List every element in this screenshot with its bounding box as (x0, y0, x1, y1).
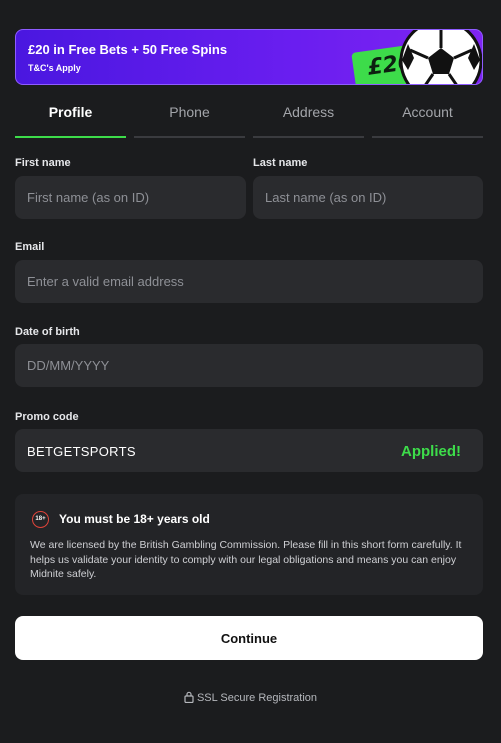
banner-terms[interactable]: T&C's Apply (28, 63, 81, 73)
last-name-label: Last name (253, 157, 308, 169)
ssl-notice: SSL Secure Registration (0, 691, 501, 704)
registration-tabs: Profile Phone Address Account (15, 100, 483, 138)
email-label: Email (15, 241, 45, 253)
notice-title: You must be 18+ years old (59, 512, 210, 526)
banner-title: £20 in Free Bets + 50 Free Spins (28, 42, 228, 57)
lock-icon (184, 691, 194, 703)
notice-body: We are licensed by the British Gambling … (30, 539, 462, 580)
first-name-label: First name (15, 157, 71, 169)
promo-banner[interactable]: £20 in Free Bets + 50 Free Spins T&C's A… (15, 29, 483, 85)
continue-button[interactable]: Continue (15, 616, 483, 660)
tab-phone[interactable]: Phone (134, 100, 245, 138)
tab-address[interactable]: Address (253, 100, 364, 138)
tab-profile[interactable]: Profile (15, 100, 126, 138)
age-18-icon: 18+ (32, 511, 49, 528)
dob-input[interactable] (15, 344, 483, 387)
promo-status: Applied! (401, 443, 461, 460)
ssl-label: SSL Secure Registration (196, 692, 318, 704)
promo-value: BETGETSPORTS (27, 444, 136, 459)
last-name-input[interactable] (253, 176, 483, 219)
tab-account[interactable]: Account (372, 100, 483, 138)
promo-label: Promo code (15, 411, 79, 423)
first-name-input[interactable] (15, 176, 246, 219)
age-notice: 18+ You must be 18+ years old We are lic… (15, 494, 483, 595)
football-icon (399, 30, 482, 84)
dob-label: Date of birth (15, 326, 80, 338)
email-input[interactable] (15, 260, 483, 303)
